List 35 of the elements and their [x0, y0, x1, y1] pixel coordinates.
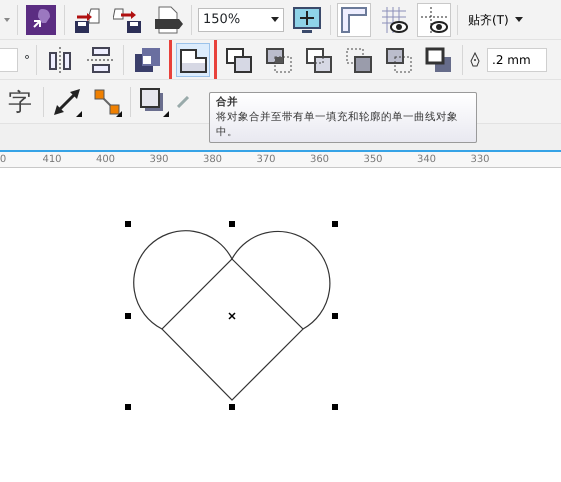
pen-nib-icon	[469, 52, 481, 68]
selection-handle[interactable]	[229, 221, 235, 227]
ruler-label: 340	[416, 153, 436, 167]
caret-icon	[514, 17, 523, 22]
app-launcher-icon[interactable]	[24, 2, 58, 36]
guidelines-eye-icon[interactable]	[417, 2, 451, 36]
tooltip-text: 将对象合并至带有单一填充和轮廓的单一曲线对象中。	[216, 110, 459, 140]
ruler-label: 380	[202, 153, 222, 167]
ruler-label: 0	[0, 153, 6, 167]
caret-icon	[3, 16, 11, 22]
zoom-dropdown[interactable]: 150%	[198, 8, 284, 32]
ruler-label: 360	[310, 153, 330, 167]
ruler-label: 410	[42, 153, 62, 167]
selection-handle[interactable]	[125, 313, 131, 319]
text-tool[interactable]: 字	[3, 84, 37, 118]
angle-field[interactable]	[0, 48, 18, 72]
caret-icon	[271, 17, 279, 22]
selection-handle[interactable]	[125, 404, 131, 410]
selection-handle[interactable]	[332, 221, 338, 227]
ruler-label: 400	[96, 153, 116, 167]
outline-width-field[interactable]: .2 mm	[487, 48, 547, 72]
selection-handle[interactable]	[332, 313, 338, 319]
heart-drawing[interactable]	[133, 230, 330, 401]
ruler-label: 390	[149, 153, 169, 167]
ruler-label: 370	[256, 153, 276, 167]
tooltip-title: 合并	[216, 95, 239, 110]
selection-handle[interactable]	[125, 221, 131, 227]
selection-handle[interactable]	[332, 404, 338, 410]
degree-unit: °	[24, 52, 30, 68]
center-mark-icon	[228, 312, 236, 320]
ruler-label: 350	[363, 153, 383, 167]
selection-handle[interactable]	[229, 404, 235, 410]
ruler-label: 330	[470, 153, 490, 167]
snap-menu[interactable]: 贴齐(T)	[464, 10, 527, 28]
ruler-icon[interactable]	[337, 2, 371, 36]
